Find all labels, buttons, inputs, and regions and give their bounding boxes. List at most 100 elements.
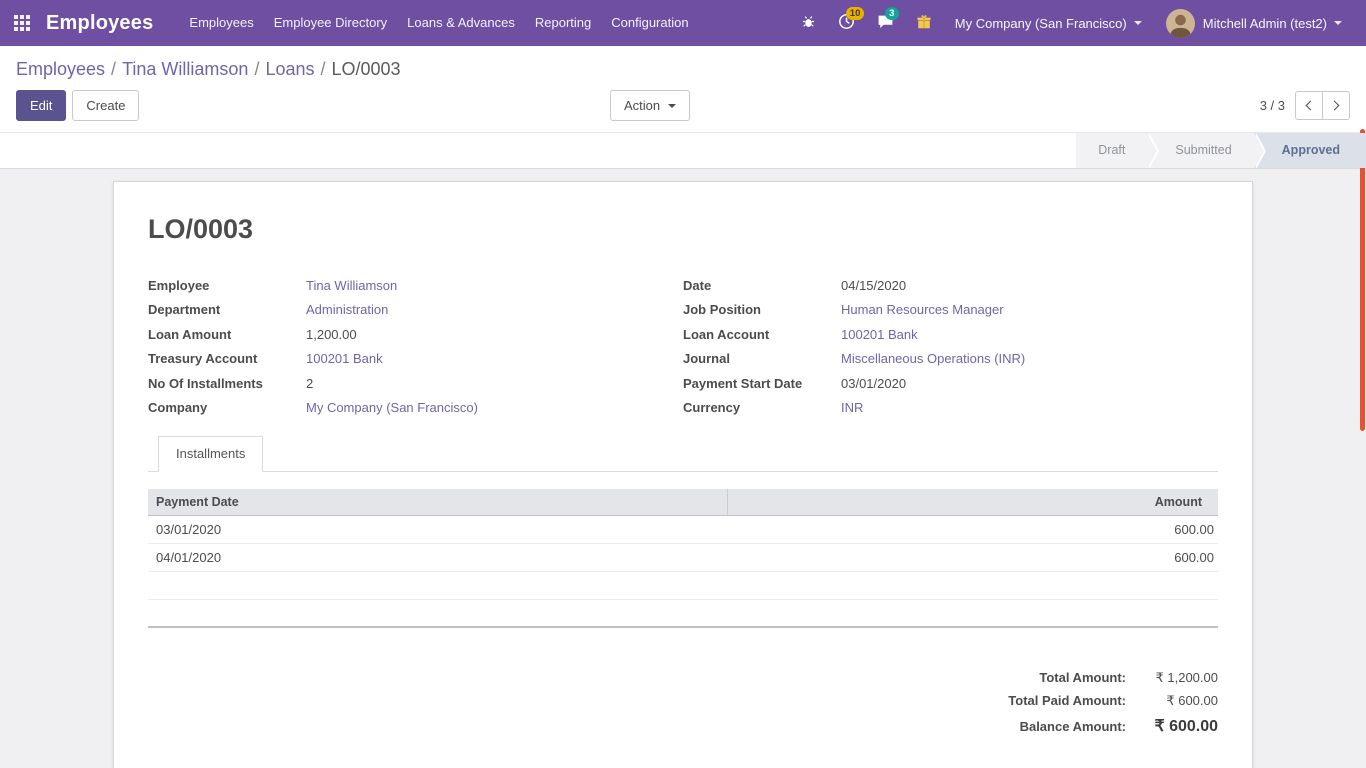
main-menu: Employees Employee Directory Loans & Adv… (179, 0, 698, 46)
chevron-right-icon (1330, 101, 1340, 111)
breadcrumb-separator: / (248, 59, 265, 79)
breadcrumb-loans[interactable]: Loans (265, 59, 314, 79)
total-paid-amount-row: Total Paid Amount: ₹ 600.00 (1008, 689, 1218, 712)
bug-icon (801, 14, 816, 32)
status-row: Draft Submitted Approved (0, 132, 1366, 169)
field-value-job-position[interactable]: Human Resources Manager (841, 302, 1004, 317)
menu-item-employees[interactable]: Employees (179, 0, 263, 46)
field-label-installments: No Of Installments (148, 371, 306, 396)
installment-amount: 600.00 (728, 515, 1218, 543)
field-label-company: Company (148, 396, 306, 421)
messages-button[interactable]: 3 (868, 0, 903, 46)
installment-amount: 600.00 (728, 543, 1218, 571)
company-name: My Company (San Francisco) (955, 16, 1127, 31)
field-value-loan-account[interactable]: 100201 Bank (841, 327, 918, 342)
table-header-row: Payment Date Amount (148, 489, 1218, 515)
tab-installments[interactable]: Installments (158, 436, 263, 472)
chevron-down-icon (668, 104, 676, 108)
avatar (1166, 9, 1195, 38)
menu-item-reporting[interactable]: Reporting (525, 0, 601, 46)
total-amount-label: Total Amount: (1039, 670, 1126, 685)
status-step-submitted[interactable]: Submitted (1147, 133, 1253, 168)
record-title: LO/0003 (148, 214, 1218, 245)
app-title[interactable]: Employees (46, 12, 153, 35)
notebook-tabs: Installments (148, 436, 1218, 472)
chevron-left-icon (1306, 101, 1316, 111)
apps-grid-icon (14, 15, 30, 31)
field-label-currency: Currency (683, 396, 841, 421)
installments-table: Payment Date Amount 03/01/2020 600.00 04… (148, 489, 1218, 628)
field-value-employee[interactable]: Tina Williamson (306, 278, 397, 293)
total-paid-amount-value: ₹ 600.00 (1126, 693, 1218, 709)
edit-button[interactable]: Edit (16, 90, 66, 121)
field-label-payment-start-date: Payment Start Date (683, 371, 841, 396)
menu-item-loans-advances[interactable]: Loans & Advances (397, 0, 525, 46)
field-label-employee: Employee (148, 273, 306, 298)
chevron-down-icon (1334, 21, 1342, 25)
balance-amount-value: ₹ 600.00 (1126, 716, 1218, 736)
empty-row (148, 571, 1218, 599)
installment-row[interactable]: 04/01/2020 600.00 (148, 543, 1218, 571)
field-value-installments: 2 (306, 371, 683, 396)
chevron-down-icon (1134, 21, 1142, 25)
totals-block: Total Amount: ₹ 1,200.00 Total Paid Amou… (148, 666, 1218, 739)
breadcrumb-tina-williamson[interactable]: Tina Williamson (122, 59, 248, 79)
breadcrumb-separator: / (105, 59, 122, 79)
total-amount-row: Total Amount: ₹ 1,200.00 (1039, 666, 1218, 689)
create-button[interactable]: Create (72, 90, 139, 121)
pager-next-button[interactable] (1322, 91, 1350, 120)
balance-amount-row: Balance Amount: ₹ 600.00 (1020, 712, 1218, 739)
activities-button[interactable]: 10 (829, 0, 864, 46)
debug-button[interactable] (792, 0, 825, 46)
top-navbar: Employees Employees Employee Directory L… (0, 0, 1366, 46)
statusbar: Draft Submitted Approved (1076, 133, 1366, 168)
user-menu[interactable]: Mitchell Admin (test2) (1156, 0, 1352, 46)
status-step-approved[interactable]: Approved (1254, 133, 1366, 168)
field-value-date: 04/15/2020 (841, 273, 1218, 298)
column-header-payment-date[interactable]: Payment Date (148, 489, 728, 515)
content-area: LO/0003 Employee Tina Williamson Date 04… (0, 169, 1366, 768)
form-sheet: LO/0003 Employee Tina Williamson Date 04… (113, 181, 1253, 768)
installment-date: 03/01/2020 (148, 515, 728, 543)
control-panel: Edit Create Action 3 / 3 (0, 90, 1366, 132)
column-header-amount[interactable]: Amount (728, 489, 1218, 515)
message-count-badge: 3 (885, 7, 899, 20)
installment-row[interactable]: 03/01/2020 600.00 (148, 515, 1218, 543)
gift-icon (916, 14, 932, 33)
pager-previous-button[interactable] (1295, 91, 1323, 120)
field-group: Employee Tina Williamson Date 04/15/2020… (148, 273, 1218, 420)
scrollbar-thumb[interactable] (1360, 129, 1365, 431)
field-label-loan-account: Loan Account (683, 322, 841, 347)
field-label-department: Department (148, 298, 306, 323)
field-value-department[interactable]: Administration (306, 302, 388, 317)
total-amount-value: ₹ 1,200.00 (1126, 670, 1218, 686)
action-label: Action (624, 96, 660, 115)
field-value-journal[interactable]: Miscellaneous Operations (INR) (841, 351, 1025, 366)
action-dropdown-button[interactable]: Action (610, 90, 690, 121)
field-value-currency[interactable]: INR (841, 400, 863, 415)
field-value-company[interactable]: My Company (San Francisco) (306, 400, 478, 415)
balance-amount-label: Balance Amount: (1020, 719, 1126, 734)
installment-date: 04/01/2020 (148, 543, 728, 571)
field-label-date: Date (683, 273, 841, 298)
apps-menu-button[interactable] (0, 0, 44, 46)
user-name: Mitchell Admin (test2) (1203, 16, 1327, 31)
pager-count: 3 / 3 (1260, 98, 1285, 113)
field-value-loan-amount: 1,200.00 (306, 322, 683, 347)
field-label-treasury-account: Treasury Account (148, 347, 306, 372)
company-switcher[interactable]: My Company (San Francisco) (945, 0, 1152, 46)
field-value-payment-start-date: 03/01/2020 (841, 371, 1218, 396)
field-value-treasury-account[interactable]: 100201 Bank (306, 351, 383, 366)
activity-count-badge: 10 (846, 7, 865, 20)
whats-new-button[interactable] (907, 0, 941, 46)
status-step-draft[interactable]: Draft (1076, 133, 1147, 168)
breadcrumb-separator: / (315, 59, 332, 79)
field-label-loan-amount: Loan Amount (148, 322, 306, 347)
breadcrumb-employees[interactable]: Employees (16, 59, 105, 79)
total-paid-amount-label: Total Paid Amount: (1008, 693, 1126, 708)
menu-item-employee-directory[interactable]: Employee Directory (264, 0, 397, 46)
menu-item-configuration[interactable]: Configuration (601, 0, 698, 46)
breadcrumb: Employees/Tina Williamson/Loans/LO/0003 (0, 46, 1366, 90)
empty-row (148, 599, 1218, 627)
field-label-journal: Journal (683, 347, 841, 372)
